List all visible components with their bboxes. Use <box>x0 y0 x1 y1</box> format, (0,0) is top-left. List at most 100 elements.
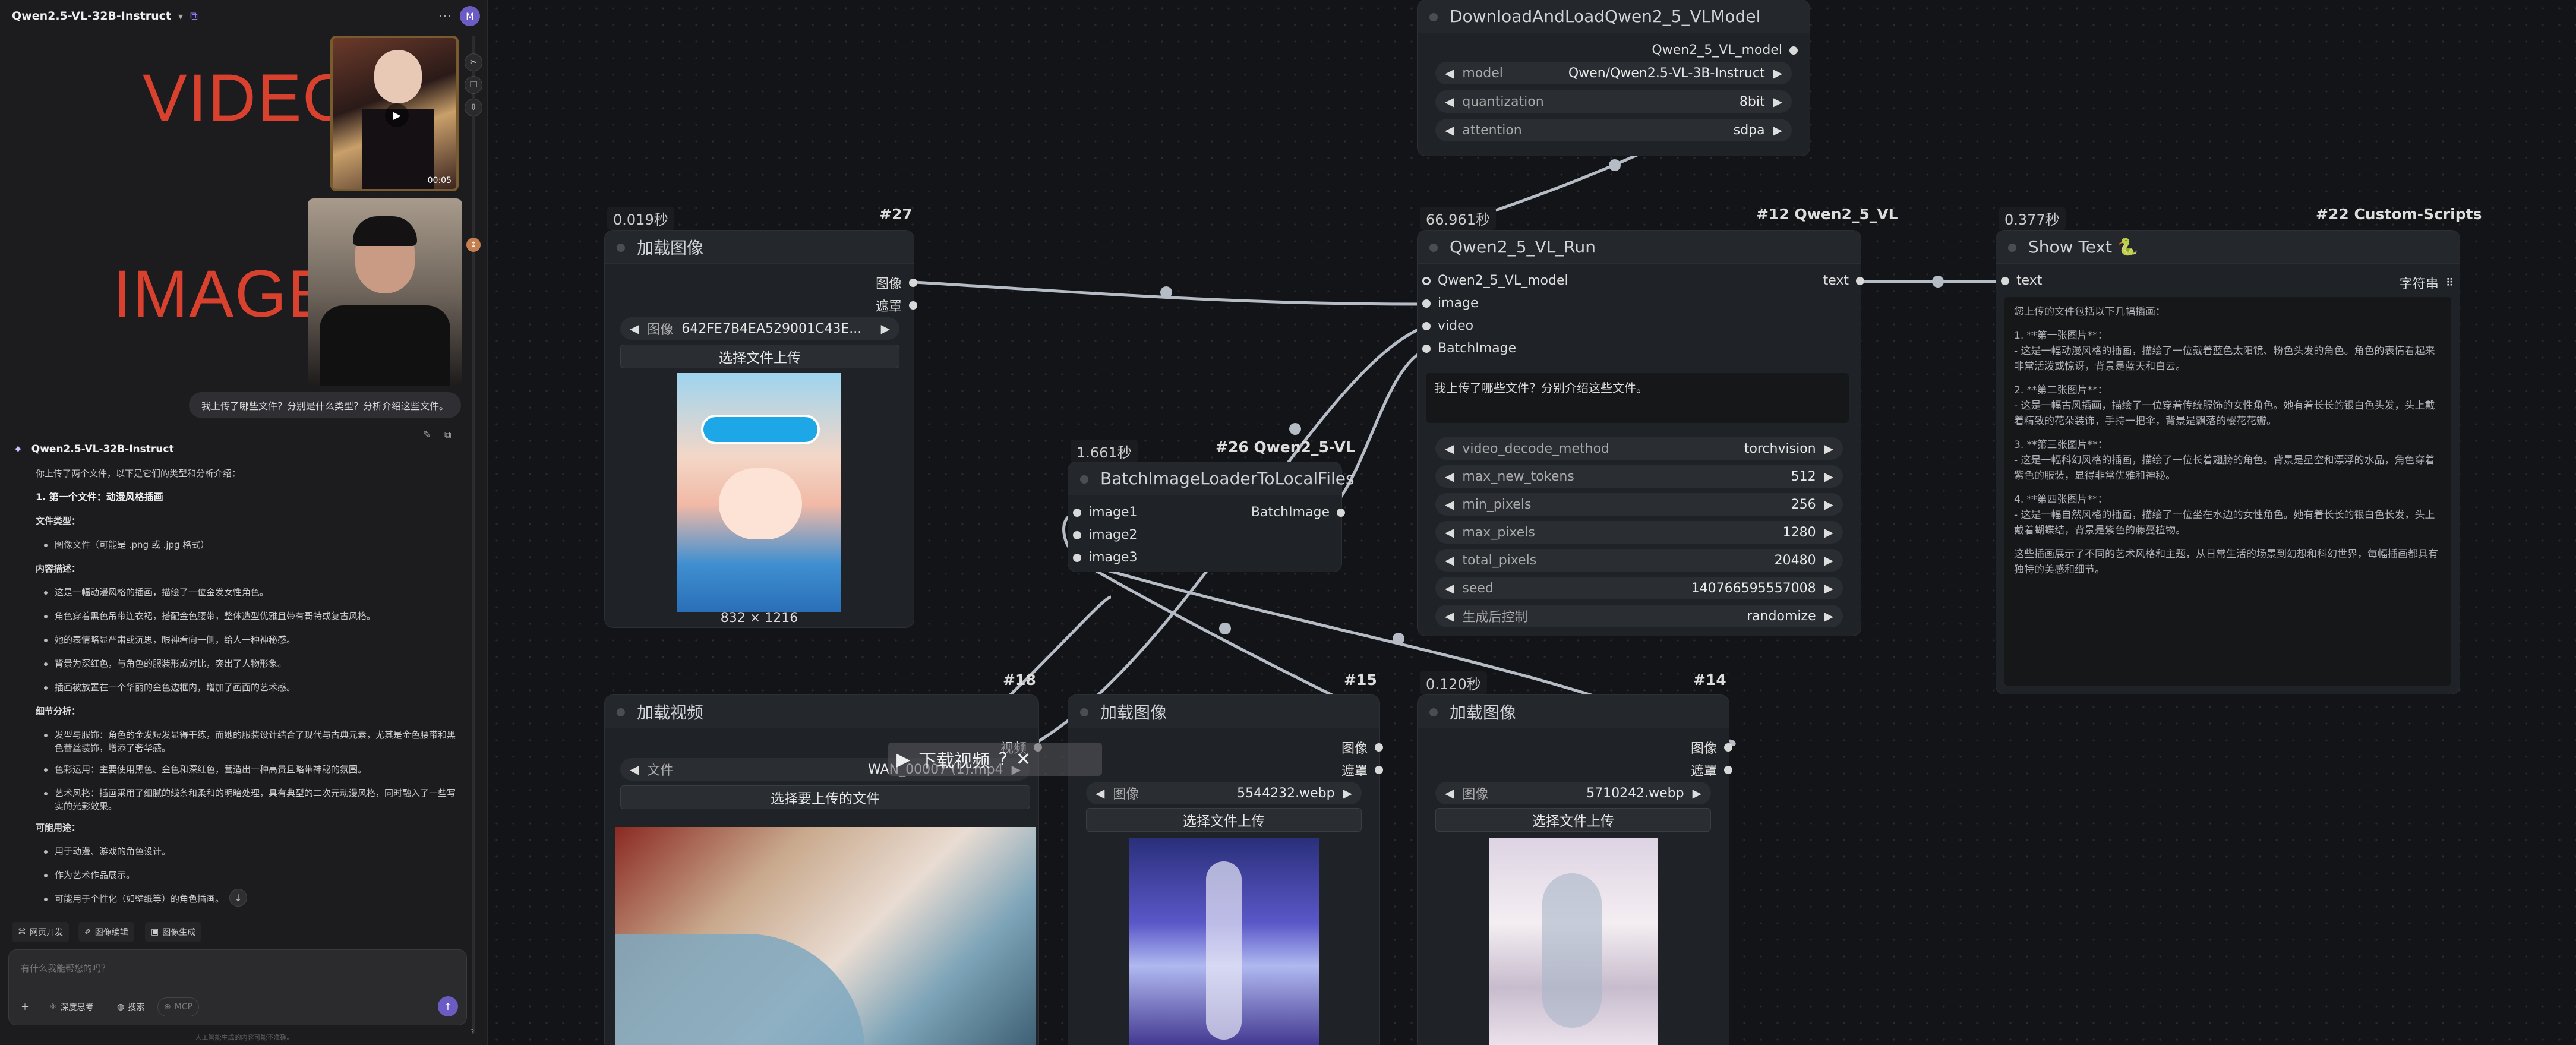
port-dot[interactable] <box>1073 508 1081 517</box>
upload-button[interactable]: 选择文件上传 <box>1086 808 1362 832</box>
input-port-image3[interactable]: image3 <box>1073 550 1138 565</box>
output-port-image[interactable]: 图像 <box>876 273 917 292</box>
output-port[interactable]: Qwen2_5_VL_model <box>1652 43 1798 58</box>
left-arrow-icon[interactable]: ◀ <box>1445 123 1454 137</box>
image-thumbnail[interactable] <box>308 198 462 386</box>
left-arrow-icon[interactable]: ◀ <box>1445 66 1454 80</box>
left-arrow-icon[interactable]: ◀ <box>1096 786 1104 800</box>
output-port-mask[interactable]: 遮罩 <box>1341 760 1383 779</box>
port-dot[interactable] <box>2001 276 2009 285</box>
quick-action-webdev[interactable]: ⌘ 网页开发 <box>12 922 69 942</box>
close-icon[interactable]: ✕ <box>1016 749 1031 770</box>
port-dot[interactable] <box>1724 766 1732 774</box>
output-port-image[interactable]: 图像 <box>1341 738 1383 757</box>
left-arrow-icon[interactable]: ◀ <box>1445 786 1454 800</box>
node-title[interactable]: 加载图像 <box>605 231 914 264</box>
right-arrow-icon[interactable]: ▶ <box>1824 441 1833 456</box>
node-qwen-run[interactable]: Qwen2_5_VL_Run Qwen2_5_VL_model image vi… <box>1418 231 1864 636</box>
upload-video-button[interactable]: 选择要上传的文件 <box>620 785 1030 809</box>
input-port-image2[interactable]: image2 <box>1073 528 1138 542</box>
node-batch-loader[interactable]: BatchImageLoaderToLocalFiles image1 imag… <box>1068 462 1355 572</box>
left-arrow-icon[interactable]: ◀ <box>1445 553 1454 567</box>
right-arrow-icon[interactable]: ▶ <box>1343 786 1352 800</box>
help-icon[interactable]: ? <box>998 749 1008 770</box>
right-arrow-icon[interactable]: ▶ <box>1773 94 1782 109</box>
avatar[interactable]: M <box>460 6 480 26</box>
chevron-down-icon[interactable]: ▾ <box>178 11 183 22</box>
widget-image-file[interactable]: ◀ 图像 642FE7B4EA529001C43E... ▶ <box>620 317 899 340</box>
left-arrow-icon[interactable]: ◀ <box>1445 441 1454 456</box>
node-title[interactable]: BatchImageLoaderToLocalFiles <box>1068 462 1355 495</box>
right-arrow-icon[interactable]: ▶ <box>1824 553 1833 567</box>
left-arrow-icon[interactable]: ◀ <box>630 762 639 776</box>
floating-download-bar[interactable]: ▶ 下载视频 ? ✕ <box>888 743 1102 776</box>
left-arrow-icon[interactable]: ◀ <box>1445 581 1454 595</box>
input-port-text[interactable]: text <box>2001 273 2042 288</box>
port-dot[interactable] <box>909 279 917 287</box>
widget-[interactable]: ◀ 生成后控制 randomize ▶ <box>1435 605 1843 627</box>
copy-icon[interactable]: ⧉ <box>190 10 198 23</box>
right-arrow-icon[interactable]: ▶ <box>1824 469 1833 484</box>
upload-button[interactable]: 选择文件上传 <box>1435 808 1711 832</box>
port-dot[interactable] <box>1422 321 1431 330</box>
node-load-image-14[interactable]: 加载图像 图像 遮罩 ◀ 图像 5710242.webp ▶ 选择文件上传 <box>1418 695 1732 1045</box>
node-title[interactable]: DownloadAndLoadQwen2_5_VLModel <box>1418 0 1810 33</box>
node-show-text[interactable]: Show Text 🐍 text 字符串 ⠿ 您上传的文件包括以下几幅插画： 1. … <box>1996 231 2460 694</box>
download-video-label[interactable]: 下载视频 <box>918 746 990 772</box>
port-dot[interactable] <box>1422 276 1431 285</box>
port-dot[interactable] <box>1375 743 1383 752</box>
widget-model[interactable]: ◀ model Qwen/Qwen2.5-VL-3B-Instruct ▶ <box>1435 62 1792 84</box>
port-dot[interactable] <box>1337 508 1345 517</box>
left-arrow-icon[interactable]: ◀ <box>1445 525 1454 539</box>
layers-icon[interactable]: ❐ <box>465 76 482 94</box>
right-arrow-icon[interactable]: ▶ <box>1824 609 1833 623</box>
widget-image-file[interactable]: ◀ 图像 5710242.webp ▶ <box>1435 782 1711 804</box>
widget-video_decode_method[interactable]: ◀ video_decode_method torchvision ▶ <box>1435 437 1843 460</box>
input-port-model[interactable]: Qwen2_5_VL_model <box>1422 273 1568 288</box>
node-title[interactable]: 加载视频 <box>605 695 1038 728</box>
port-dot[interactable] <box>1375 766 1383 774</box>
right-arrow-icon[interactable]: ▶ <box>1824 525 1833 539</box>
info-icon[interactable]: ? <box>471 1028 474 1036</box>
left-arrow-icon[interactable]: ◀ <box>630 321 639 336</box>
node-title[interactable]: 加载图像 <box>1418 695 1729 728</box>
port-dot[interactable] <box>1422 299 1431 308</box>
chat-input-box[interactable]: 有什么我能帮您的吗？ ＋ ⚛ 深度思考 ◍ 搜索 ⊕ MCP ↑ <box>8 949 467 1025</box>
port-dot[interactable] <box>1422 344 1431 353</box>
widget-total_pixels[interactable]: ◀ total_pixels 20480 ▶ <box>1435 549 1843 572</box>
node-title[interactable]: 加载图像 <box>1068 695 1379 728</box>
video-preview[interactable] <box>615 827 1036 1045</box>
widget-max_new_tokens[interactable]: ◀ max_new_tokens 512 ▶ <box>1435 465 1843 488</box>
output-port-image[interactable]: 图像 <box>1691 738 1732 757</box>
input-port-video[interactable]: video <box>1422 318 1473 333</box>
output-port-batch[interactable]: BatchImage <box>1251 505 1345 520</box>
edit-icon[interactable]: ✎ <box>423 429 431 440</box>
play-icon[interactable]: ▶ <box>385 103 409 127</box>
right-arrow-icon[interactable]: ▶ <box>881 321 890 336</box>
download-icon[interactable]: ⇩ <box>465 99 482 116</box>
deep-think-button[interactable]: ⚛ 深度思考 <box>43 997 100 1016</box>
left-arrow-icon[interactable]: ◀ <box>1445 94 1454 109</box>
right-arrow-icon[interactable]: ▶ <box>1773 66 1782 80</box>
scissors-icon[interactable]: ✂ <box>465 53 482 71</box>
node-load-image-27[interactable]: 加载图像 图像 遮罩 ◀ 图像 642FE7B4EA529001C43E... ▶ 选… <box>605 231 917 627</box>
port-dot[interactable] <box>1073 531 1081 539</box>
output-port-string[interactable]: 字符串 ⠿ <box>2400 273 2454 292</box>
node-title[interactable]: Qwen2_5_VL_Run <box>1418 231 1861 264</box>
input-port-batch[interactable]: BatchImage <box>1422 341 1516 356</box>
attach-button[interactable]: ＋ <box>15 997 35 1016</box>
send-button[interactable]: ↑ <box>438 996 458 1016</box>
sidebar-scrollbar[interactable] <box>472 36 475 1034</box>
output-port-mask[interactable]: 遮罩 <box>1691 760 1732 779</box>
output-port-text[interactable]: text <box>1823 273 1864 288</box>
copy-message-icon[interactable]: ⧉ <box>444 429 451 441</box>
right-arrow-icon[interactable]: ▶ <box>1693 786 1701 800</box>
show-text-output[interactable]: 您上传的文件包括以下几幅插画： 1. **第一张图片**： - 这是一幅动漫风格的… <box>2004 297 2451 686</box>
input-port-image[interactable]: image <box>1422 296 1479 311</box>
port-dot[interactable] <box>909 301 917 310</box>
widget-image-file[interactable]: ◀ 图像 5544232.webp ▶ <box>1086 782 1362 804</box>
quick-action-image-edit[interactable]: ✐ 图像编辑 <box>78 922 134 942</box>
left-arrow-icon[interactable]: ◀ <box>1445 497 1454 512</box>
widget-max_pixels[interactable]: ◀ max_pixels 1280 ▶ <box>1435 521 1843 544</box>
widget-seed[interactable]: ◀ seed 140766595557008 ▶ <box>1435 577 1843 599</box>
